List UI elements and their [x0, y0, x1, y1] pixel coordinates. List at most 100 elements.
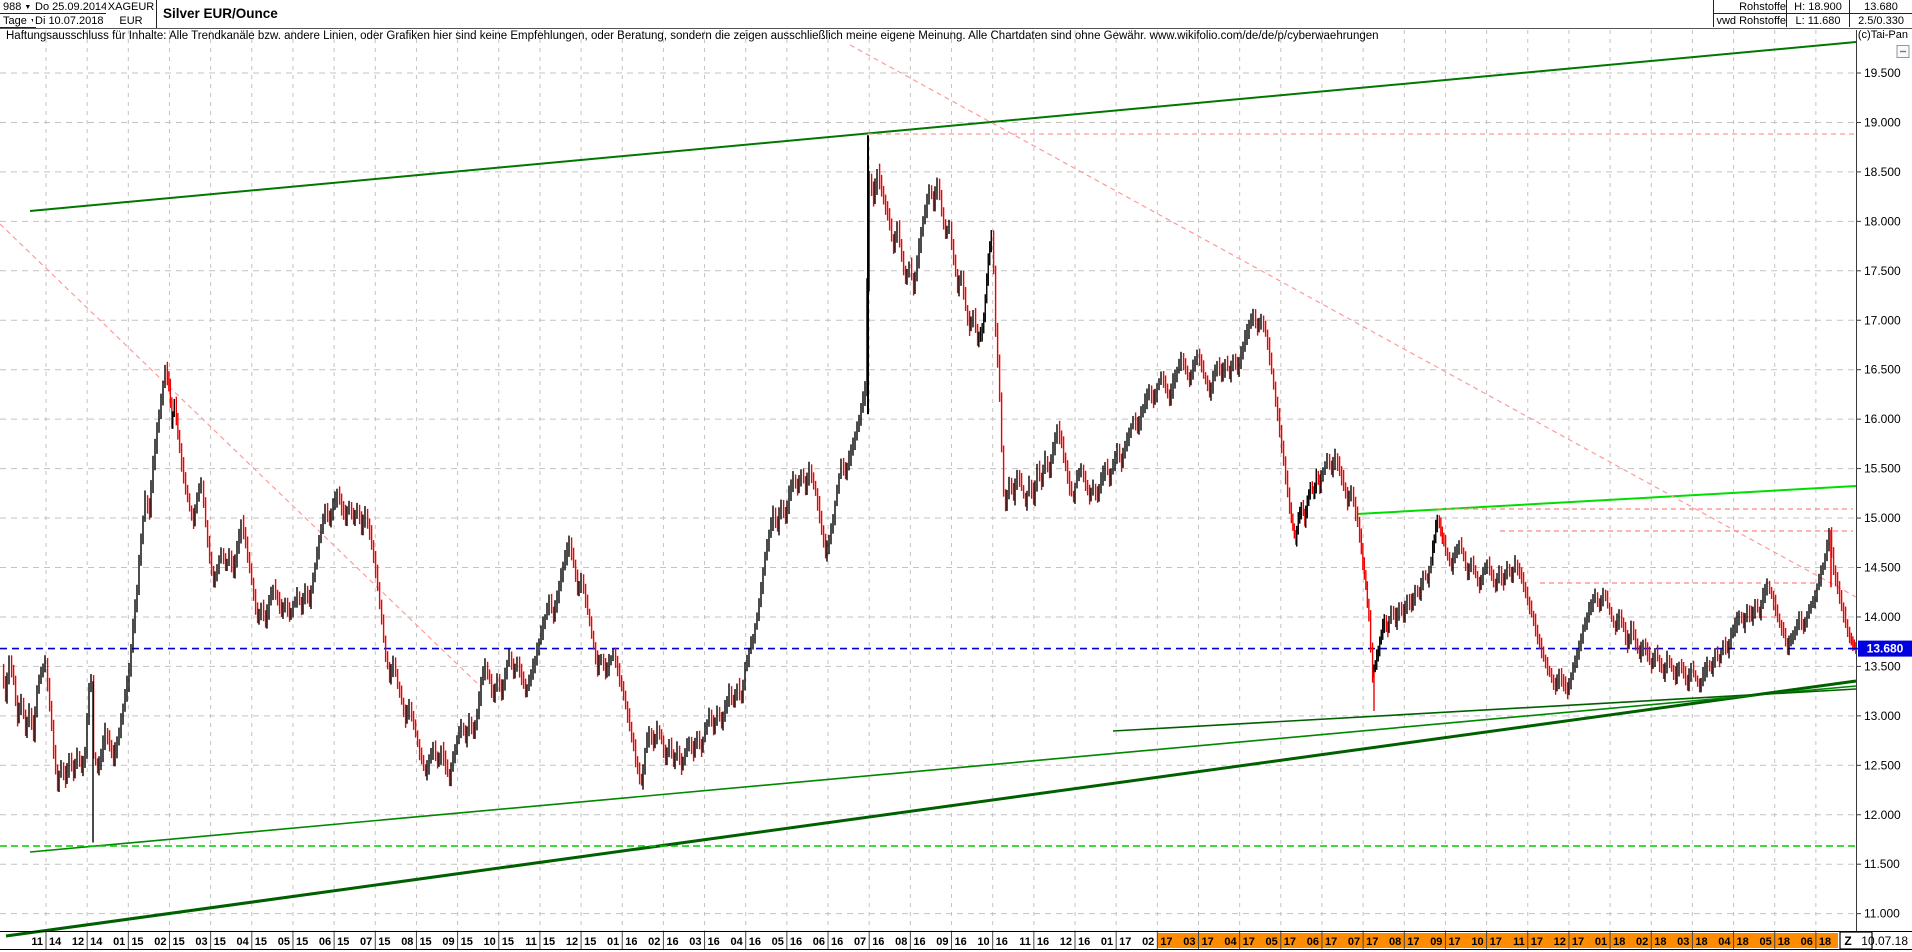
svg-text:16: 16 — [625, 936, 637, 948]
svg-text:12: 12 — [1060, 936, 1072, 948]
svg-text:03: 03 — [195, 936, 207, 948]
svg-text:03: 03 — [1183, 936, 1195, 948]
svg-text:06: 06 — [1307, 936, 1319, 948]
svg-text:17: 17 — [1572, 936, 1584, 948]
svg-text:18.500: 18.500 — [1864, 165, 1901, 179]
svg-text:10: 10 — [1471, 936, 1483, 948]
feed-provider: vwd Rohstoffe — [1713, 14, 1790, 27]
svg-text:17: 17 — [1119, 936, 1131, 948]
svg-text:11: 11 — [1513, 936, 1525, 948]
svg-text:06: 06 — [813, 936, 825, 948]
svg-text:19.500: 19.500 — [1864, 66, 1901, 80]
svg-text:02: 02 — [1142, 936, 1154, 948]
svg-text:18: 18 — [1737, 936, 1749, 948]
svg-text:17: 17 — [1201, 936, 1213, 948]
svg-text:10: 10 — [484, 936, 496, 948]
svg-text:18: 18 — [1654, 936, 1666, 948]
svg-text:05: 05 — [1759, 936, 1771, 948]
svg-text:12: 12 — [566, 936, 578, 948]
svg-text:04: 04 — [730, 936, 743, 948]
svg-text:18: 18 — [1778, 936, 1790, 948]
horizontal-gridlines — [0, 73, 1856, 914]
svg-text:05: 05 — [1266, 936, 1278, 948]
svg-text:15: 15 — [419, 936, 431, 948]
svg-text:17: 17 — [1407, 936, 1419, 948]
svg-text:08: 08 — [1389, 936, 1401, 948]
svg-text:Z: Z — [1844, 934, 1851, 948]
svg-text:17: 17 — [1243, 936, 1255, 948]
svg-text:15: 15 — [172, 936, 184, 948]
svg-text:16: 16 — [913, 936, 925, 948]
svg-text:01: 01 — [607, 936, 619, 948]
svg-text:01: 01 — [1101, 936, 1113, 948]
svg-text:15.000: 15.000 — [1864, 511, 1901, 525]
svg-text:17.500: 17.500 — [1864, 264, 1901, 278]
svg-text:12.000: 12.000 — [1864, 808, 1901, 822]
svg-text:04: 04 — [1224, 936, 1237, 948]
disclaimer-text: Haftungsausschluss für Inhalte: Alle Tre… — [6, 30, 1379, 42]
svg-text:17: 17 — [1325, 936, 1337, 948]
svg-text:11: 11 — [525, 936, 537, 948]
date-axis: 1114121401150215031504150515061507150815… — [0, 932, 1912, 950]
trend-lines — [0, 42, 1856, 936]
chart-title: Silver EUR/Ounce — [163, 0, 278, 28]
svg-text:16: 16 — [790, 936, 802, 948]
svg-text:07: 07 — [854, 936, 866, 948]
svg-text:17: 17 — [1448, 936, 1460, 948]
svg-text:15: 15 — [337, 936, 349, 948]
svg-text:15: 15 — [461, 936, 473, 948]
svg-text:02: 02 — [154, 936, 166, 948]
svg-text:12.500: 12.500 — [1864, 758, 1901, 772]
svg-text:16: 16 — [1078, 936, 1090, 948]
svg-text:16: 16 — [996, 936, 1008, 948]
svg-text:03: 03 — [689, 936, 701, 948]
svg-text:09: 09 — [442, 936, 454, 948]
svg-text:15: 15 — [255, 936, 267, 948]
chart-collapse-button[interactable] — [1897, 46, 1909, 58]
svg-text:19.000: 19.000 — [1864, 115, 1901, 129]
period-dropdown[interactable]: Tage ▼ — [0, 14, 36, 28]
last-price-value: 13.680 — [1849, 0, 1912, 14]
svg-text:05: 05 — [772, 936, 784, 948]
svg-text:14: 14 — [90, 936, 103, 948]
svg-text:02: 02 — [648, 936, 660, 948]
svg-text:16.500: 16.500 — [1864, 363, 1901, 377]
svg-text:10: 10 — [977, 936, 989, 948]
svg-text:14: 14 — [49, 936, 62, 948]
svg-text:17.000: 17.000 — [1864, 313, 1901, 327]
feed-name: Rohstoffe — [1713, 0, 1790, 14]
tai-pan-chart-window: 19.50019.00018.50018.00017.50017.00016.5… — [0, 0, 1912, 952]
svg-text:16: 16 — [1037, 936, 1049, 948]
axis-current-date: 10.07.18 — [1861, 934, 1908, 948]
svg-text:16: 16 — [955, 936, 967, 948]
date-to-field[interactable]: Di 10.07.2018 — [33, 14, 108, 27]
svg-text:03: 03 — [1677, 936, 1689, 948]
svg-text:15: 15 — [131, 936, 143, 948]
price-chart-svg[interactable]: 19.50019.00018.50018.00017.50017.00016.5… — [0, 0, 1912, 952]
svg-text:11: 11 — [1019, 936, 1031, 948]
svg-text:11.500: 11.500 — [1864, 857, 1900, 871]
svg-text:17: 17 — [1490, 936, 1502, 948]
period-value: Tage — [3, 15, 27, 27]
svg-text:16.000: 16.000 — [1864, 412, 1901, 426]
date-from-field[interactable]: Do 25.09.2014 — [33, 0, 108, 14]
svg-text:14.500: 14.500 — [1864, 561, 1901, 575]
copyright-label: (c)Tai-Pan — [1858, 29, 1908, 41]
svg-text:11.000: 11.000 — [1864, 907, 1900, 921]
svg-text:16: 16 — [708, 936, 720, 948]
svg-text:15: 15 — [584, 936, 596, 948]
svg-text:18: 18 — [1819, 936, 1831, 948]
svg-text:04: 04 — [1718, 936, 1731, 948]
symbol-code: XAGEUR — [106, 0, 157, 14]
svg-text:09: 09 — [1430, 936, 1442, 948]
svg-text:13.500: 13.500 — [1864, 659, 1901, 673]
svg-text:01: 01 — [113, 936, 125, 948]
svg-text:16: 16 — [666, 936, 678, 948]
bars-count-dropdown[interactable]: 988 ▼ — [0, 0, 36, 14]
svg-text:01: 01 — [1595, 936, 1607, 948]
svg-text:05: 05 — [278, 936, 290, 948]
svg-text:16: 16 — [872, 936, 884, 948]
y-axis-labels: 19.50019.00018.50018.00017.50017.00016.5… — [1856, 66, 1901, 921]
svg-text:18: 18 — [1695, 936, 1707, 948]
svg-text:07: 07 — [360, 936, 372, 948]
